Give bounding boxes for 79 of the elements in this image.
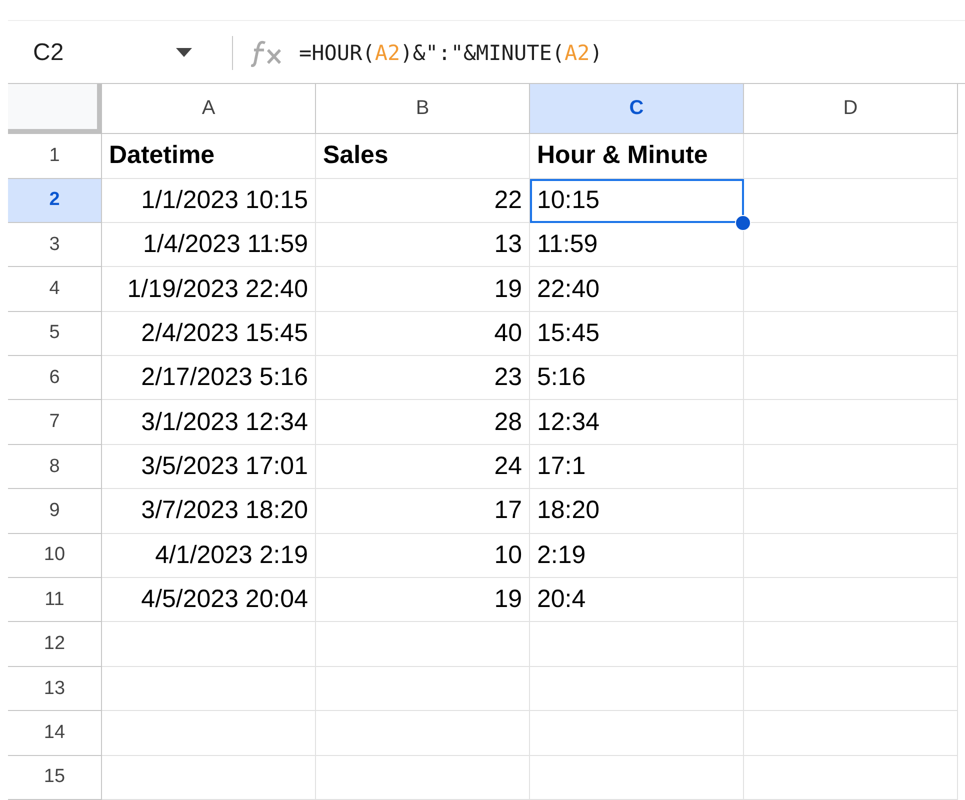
table-cell[interactable]: 17 xyxy=(316,489,530,534)
empty-cell[interactable] xyxy=(744,134,958,179)
row-header[interactable]: 8 xyxy=(8,444,102,490)
table-cell[interactable]: 24 xyxy=(316,444,530,490)
empty-cell[interactable] xyxy=(530,666,744,712)
table-cell[interactable]: 18:20 xyxy=(530,489,744,534)
table-cell[interactable]: 20:4 xyxy=(530,578,744,622)
column-header[interactable]: A xyxy=(102,84,316,134)
empty-cell[interactable] xyxy=(744,356,958,400)
table-cell[interactable]: 19 xyxy=(316,267,530,312)
table-cell[interactable]: 22:40 xyxy=(530,267,744,312)
empty-cell[interactable] xyxy=(530,756,744,800)
table-cell[interactable]: Datetime xyxy=(102,134,316,179)
table-cell[interactable]: 1/4/2023 11:59 xyxy=(102,222,316,268)
table-cell[interactable]: 3/1/2023 12:34 xyxy=(102,400,316,445)
empty-cell[interactable] xyxy=(744,222,958,268)
empty-cell[interactable] xyxy=(316,756,530,800)
empty-cell[interactable] xyxy=(530,711,744,756)
selected-cell[interactable]: 10:15 xyxy=(530,178,744,223)
table-cell[interactable]: 2:19 xyxy=(530,534,744,578)
empty-cell[interactable] xyxy=(744,267,958,312)
column-header[interactable]: C xyxy=(530,84,744,134)
empty-cell[interactable] xyxy=(744,489,958,534)
table-cell[interactable]: 1/1/2023 10:15 xyxy=(102,178,316,223)
empty-cell[interactable] xyxy=(530,622,744,667)
row-header[interactable]: 4 xyxy=(8,267,102,312)
table-cell[interactable]: 2/17/2023 5:16 xyxy=(102,356,316,400)
empty-cell[interactable] xyxy=(744,400,958,445)
empty-cell[interactable] xyxy=(744,622,958,667)
table-cell[interactable]: 3/7/2023 18:20 xyxy=(102,489,316,534)
row-header[interactable]: 5 xyxy=(8,312,102,356)
fill-handle[interactable] xyxy=(735,214,751,231)
table-cell[interactable]: 2/4/2023 15:45 xyxy=(102,312,316,356)
empty-cell[interactable] xyxy=(744,711,958,756)
formula-text[interactable]: =HOUR(A2)&":"&MINUTE(A2) xyxy=(299,40,602,65)
table-cell[interactable]: 5:16 xyxy=(530,356,744,400)
empty-cell[interactable] xyxy=(744,534,958,578)
row-header[interactable]: 15 xyxy=(8,756,102,800)
row-header[interactable]: 12 xyxy=(8,622,102,667)
empty-cell[interactable] xyxy=(316,666,530,712)
empty-cell[interactable] xyxy=(744,666,958,712)
name-box[interactable]: C2 xyxy=(33,38,64,67)
row-header[interactable]: 7 xyxy=(8,400,102,445)
empty-cell[interactable] xyxy=(744,578,958,622)
table-cell[interactable]: 4/5/2023 20:04 xyxy=(102,578,316,622)
empty-cell[interactable] xyxy=(744,444,958,490)
row-header[interactable]: 13 xyxy=(8,666,102,712)
row-header[interactable]: 10 xyxy=(8,534,102,578)
table-cell[interactable]: 22 xyxy=(316,178,530,223)
table-cell[interactable]: 15:45 xyxy=(530,312,744,356)
table-cell[interactable]: 40 xyxy=(316,312,530,356)
table-cell[interactable]: 1/19/2023 22:40 xyxy=(102,267,316,312)
row-header[interactable]: 9 xyxy=(8,489,102,534)
empty-cell[interactable] xyxy=(744,756,958,800)
table-cell[interactable]: Hour & Minute xyxy=(530,134,744,179)
table-cell[interactable]: 28 xyxy=(316,400,530,445)
table-cell[interactable]: 17:1 xyxy=(530,444,744,490)
dropdown-caret-icon[interactable] xyxy=(176,48,192,58)
row-header[interactable]: 3 xyxy=(8,222,102,268)
table-cell[interactable]: 4/1/2023 2:19 xyxy=(102,534,316,578)
row-header[interactable]: 1 xyxy=(8,134,102,179)
select-all-corner[interactable] xyxy=(8,84,102,134)
row-header[interactable]: 14 xyxy=(8,711,102,756)
row-header[interactable]: 2 xyxy=(8,178,102,223)
column-header[interactable]: B xyxy=(316,84,530,134)
empty-cell[interactable] xyxy=(316,622,530,667)
table-cell[interactable]: 3/5/2023 17:01 xyxy=(102,444,316,490)
column-header[interactable]: D xyxy=(744,84,958,134)
empty-cell[interactable] xyxy=(316,711,530,756)
table-cell[interactable]: 13 xyxy=(316,222,530,268)
empty-cell[interactable] xyxy=(744,312,958,356)
table-cell[interactable]: 10 xyxy=(316,534,530,578)
table-cell[interactable]: Sales xyxy=(316,134,530,179)
table-cell[interactable]: 12:34 xyxy=(530,400,744,445)
table-cell[interactable]: 23 xyxy=(316,356,530,400)
table-cell[interactable]: 19 xyxy=(316,578,530,622)
row-header[interactable]: 6 xyxy=(8,356,102,400)
table-cell[interactable]: 11:59 xyxy=(530,222,744,268)
row-header[interactable]: 11 xyxy=(8,578,102,622)
